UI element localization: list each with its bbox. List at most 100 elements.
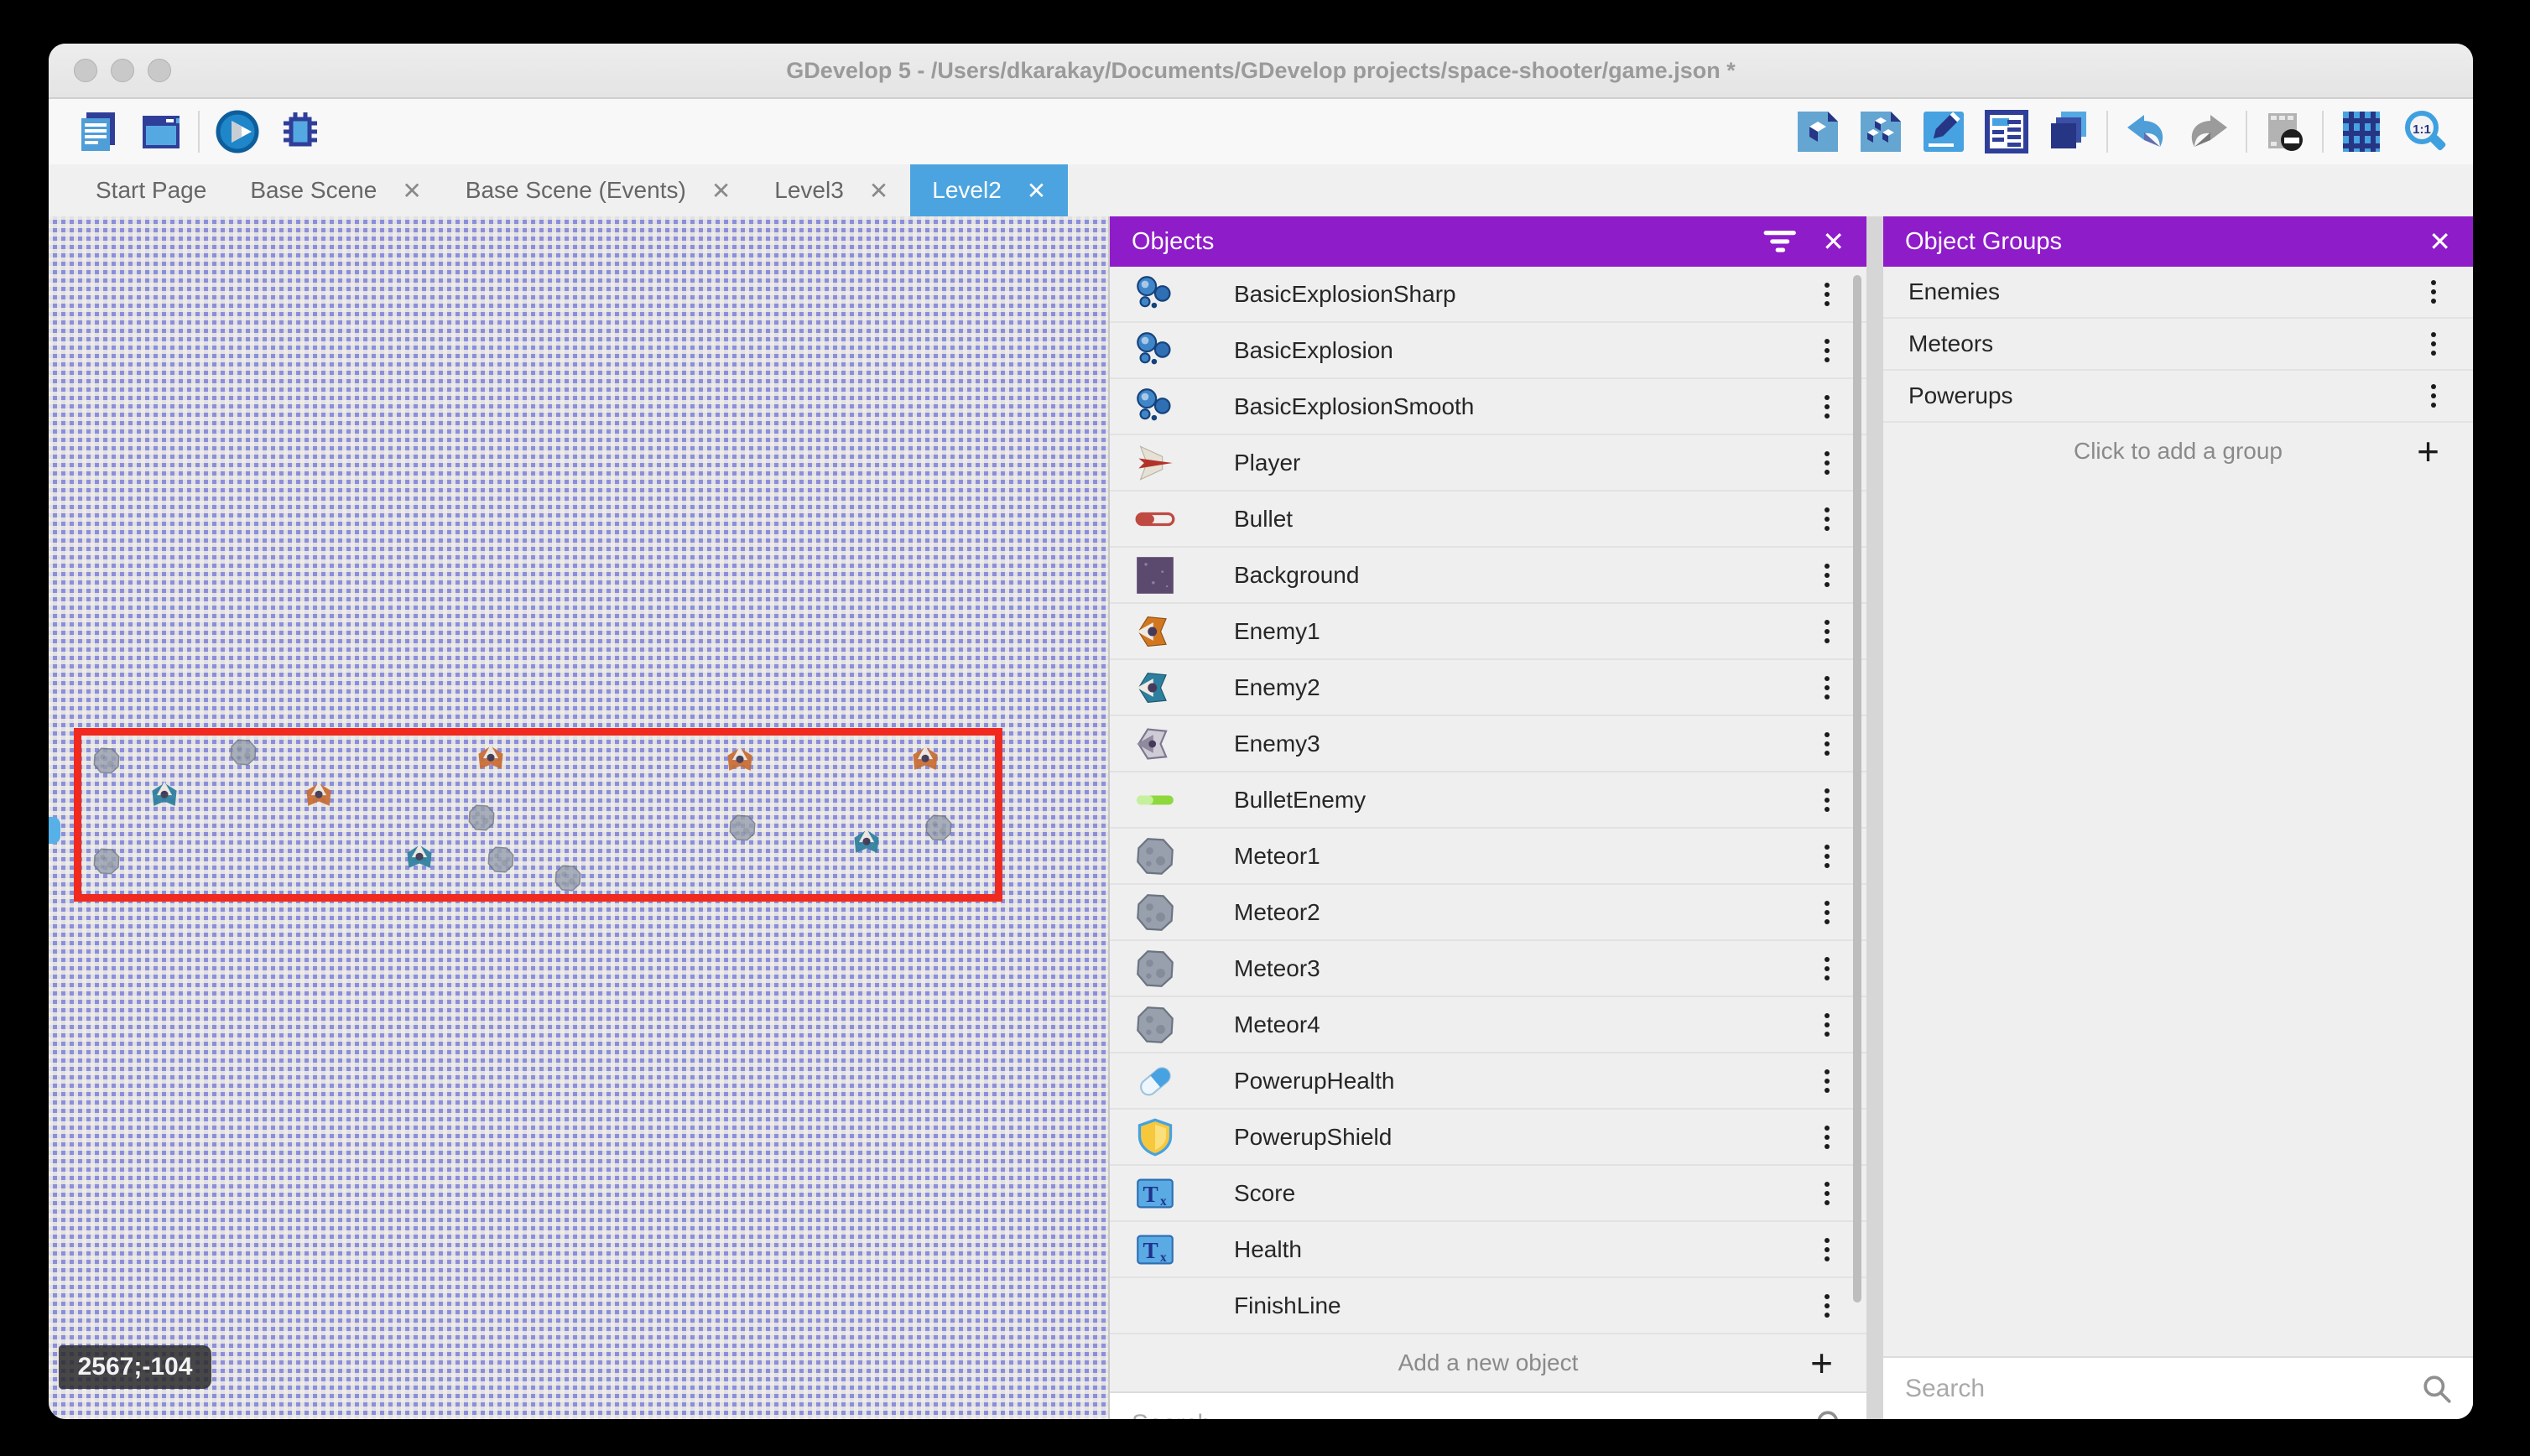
debug-icon[interactable] xyxy=(276,108,324,156)
objects-scrollbar[interactable] xyxy=(1853,275,1861,1419)
object-menu-icon[interactable] xyxy=(1825,1126,1830,1149)
object-row[interactable]: Meteor4 xyxy=(1110,997,1866,1053)
grid-toggle-icon[interactable] xyxy=(2337,108,2385,156)
close-icon[interactable]: ✕ xyxy=(2428,226,2451,257)
groups-search-input[interactable] xyxy=(1883,1375,2473,1403)
canvas-scroll-indicator[interactable] xyxy=(49,817,60,844)
object-menu-icon[interactable] xyxy=(1825,1013,1830,1037)
group-row[interactable]: Powerups xyxy=(1883,371,2473,423)
groups-list: Enemies Meteors Powerups xyxy=(1883,267,2473,423)
object-row[interactable]: BasicExplosionSmooth xyxy=(1110,379,1866,435)
panel-divider[interactable] xyxy=(1866,216,1883,1419)
scene-instance[interactable] xyxy=(483,845,518,874)
object-menu-icon[interactable] xyxy=(1825,957,1830,980)
close-icon[interactable]: ✕ xyxy=(1822,226,1845,257)
project-manager-icon[interactable] xyxy=(74,108,122,156)
group-row[interactable]: Meteors xyxy=(1883,319,2473,371)
object-groups-icon[interactable] xyxy=(1856,108,1904,156)
add-group-label: Click to add a group xyxy=(2074,438,2283,465)
object-row[interactable]: BasicExplosion xyxy=(1110,323,1866,379)
tab-level3[interactable]: Level3 ✕ xyxy=(752,164,910,216)
add-object-row[interactable]: Add a new object + xyxy=(1110,1334,1866,1391)
object-row[interactable]: Tx Score xyxy=(1110,1166,1866,1222)
undo-icon[interactable] xyxy=(2121,108,2169,156)
object-row[interactable]: PowerupShield xyxy=(1110,1110,1866,1166)
scene-instance[interactable] xyxy=(89,746,124,775)
instances-list-icon[interactable] xyxy=(1982,108,2030,156)
tab-level2[interactable]: Level2 ✕ xyxy=(910,164,1068,216)
object-menu-icon[interactable] xyxy=(1825,901,1830,924)
tab-close-icon[interactable]: ✕ xyxy=(402,177,421,205)
add-group-row[interactable]: Click to add a group + xyxy=(1883,423,2473,480)
object-row[interactable]: Enemy2 xyxy=(1110,660,1866,716)
object-menu-icon[interactable] xyxy=(1825,395,1830,419)
minimize-window-button[interactable] xyxy=(111,59,134,82)
object-menu-icon[interactable] xyxy=(1825,1238,1830,1261)
filter-icon[interactable] xyxy=(1762,225,1800,258)
properties-icon[interactable] xyxy=(1919,108,1967,156)
close-window-button[interactable] xyxy=(74,59,97,82)
object-menu-icon[interactable] xyxy=(1825,451,1830,475)
object-row[interactable]: Meteor3 xyxy=(1110,941,1866,997)
object-row[interactable]: BulletEnemy xyxy=(1110,772,1866,829)
object-menu-icon[interactable] xyxy=(1825,283,1830,306)
scene-instance[interactable] xyxy=(148,777,181,817)
redo-icon[interactable] xyxy=(2184,108,2232,156)
scene-instance[interactable] xyxy=(908,741,942,781)
scene-instance[interactable] xyxy=(474,740,508,780)
tab-close-icon[interactable]: ✕ xyxy=(869,177,888,205)
group-menu-icon[interactable] xyxy=(2431,384,2436,408)
object-row[interactable]: Player xyxy=(1110,435,1866,491)
scene-canvas[interactable]: 2567;-104 xyxy=(49,216,1108,1419)
object-row[interactable]: Meteor2 xyxy=(1110,885,1866,941)
object-menu-icon[interactable] xyxy=(1825,620,1830,643)
object-menu-icon[interactable] xyxy=(1825,845,1830,868)
scene-instance[interactable] xyxy=(464,803,499,832)
group-menu-icon[interactable] xyxy=(2431,280,2436,304)
layers-icon[interactable] xyxy=(2045,108,2093,156)
object-row[interactable]: FinishLine xyxy=(1110,1278,1866,1334)
maximize-window-button[interactable] xyxy=(148,59,171,82)
scene-instance[interactable] xyxy=(725,814,760,842)
zoom-1-1-icon[interactable]: 1:1 xyxy=(2400,108,2448,156)
object-menu-icon[interactable] xyxy=(1825,507,1830,531)
scene-instance[interactable] xyxy=(723,741,757,782)
tab-base-scene-events[interactable]: Base Scene (Events) ✕ xyxy=(444,164,753,216)
object-menu-icon[interactable] xyxy=(1825,339,1830,362)
objects-panel-icon[interactable] xyxy=(1793,108,1841,156)
object-row[interactable]: BasicExplosionSharp xyxy=(1110,267,1866,323)
tab-close-icon[interactable]: ✕ xyxy=(1027,177,1046,205)
object-row[interactable]: PowerupHealth xyxy=(1110,1053,1866,1110)
object-menu-icon[interactable] xyxy=(1825,1182,1830,1205)
object-menu-icon[interactable] xyxy=(1825,732,1830,756)
object-menu-icon[interactable] xyxy=(1825,564,1830,587)
scene-editor-window-icon[interactable] xyxy=(137,108,185,156)
scene-instance[interactable] xyxy=(403,839,436,879)
object-row[interactable]: Bullet xyxy=(1110,491,1866,548)
object-row[interactable]: Enemy3 xyxy=(1110,716,1866,772)
object-menu-icon[interactable] xyxy=(1825,1294,1830,1318)
object-row[interactable]: Tx Health xyxy=(1110,1222,1866,1278)
scene-instance[interactable] xyxy=(550,864,586,892)
preview-play-icon[interactable] xyxy=(213,108,261,156)
scene-instance[interactable] xyxy=(850,824,883,864)
tab-base-scene[interactable]: Base Scene ✕ xyxy=(228,164,443,216)
object-menu-icon[interactable] xyxy=(1825,1069,1830,1093)
object-row[interactable]: Background xyxy=(1110,548,1866,604)
object-name: Enemy1 xyxy=(1234,618,1320,645)
group-row[interactable]: Enemies xyxy=(1883,267,2473,319)
scene-instance[interactable] xyxy=(89,847,124,876)
scene-instance[interactable] xyxy=(302,777,336,817)
scene-instance[interactable] xyxy=(226,738,261,767)
object-menu-icon[interactable] xyxy=(1825,788,1830,812)
tab-label: Start Page xyxy=(96,177,206,204)
object-row[interactable]: Meteor1 xyxy=(1110,829,1866,885)
object-row[interactable]: Enemy1 xyxy=(1110,604,1866,660)
scene-instance[interactable] xyxy=(921,814,956,842)
object-menu-icon[interactable] xyxy=(1825,676,1830,699)
group-menu-icon[interactable] xyxy=(2431,332,2436,356)
tab-close-icon[interactable]: ✕ xyxy=(711,177,731,205)
tab-start-page[interactable]: Start Page xyxy=(74,164,228,216)
window-mask-toggle-icon[interactable] xyxy=(2261,108,2309,156)
objects-search-input[interactable] xyxy=(1110,1410,1866,1420)
